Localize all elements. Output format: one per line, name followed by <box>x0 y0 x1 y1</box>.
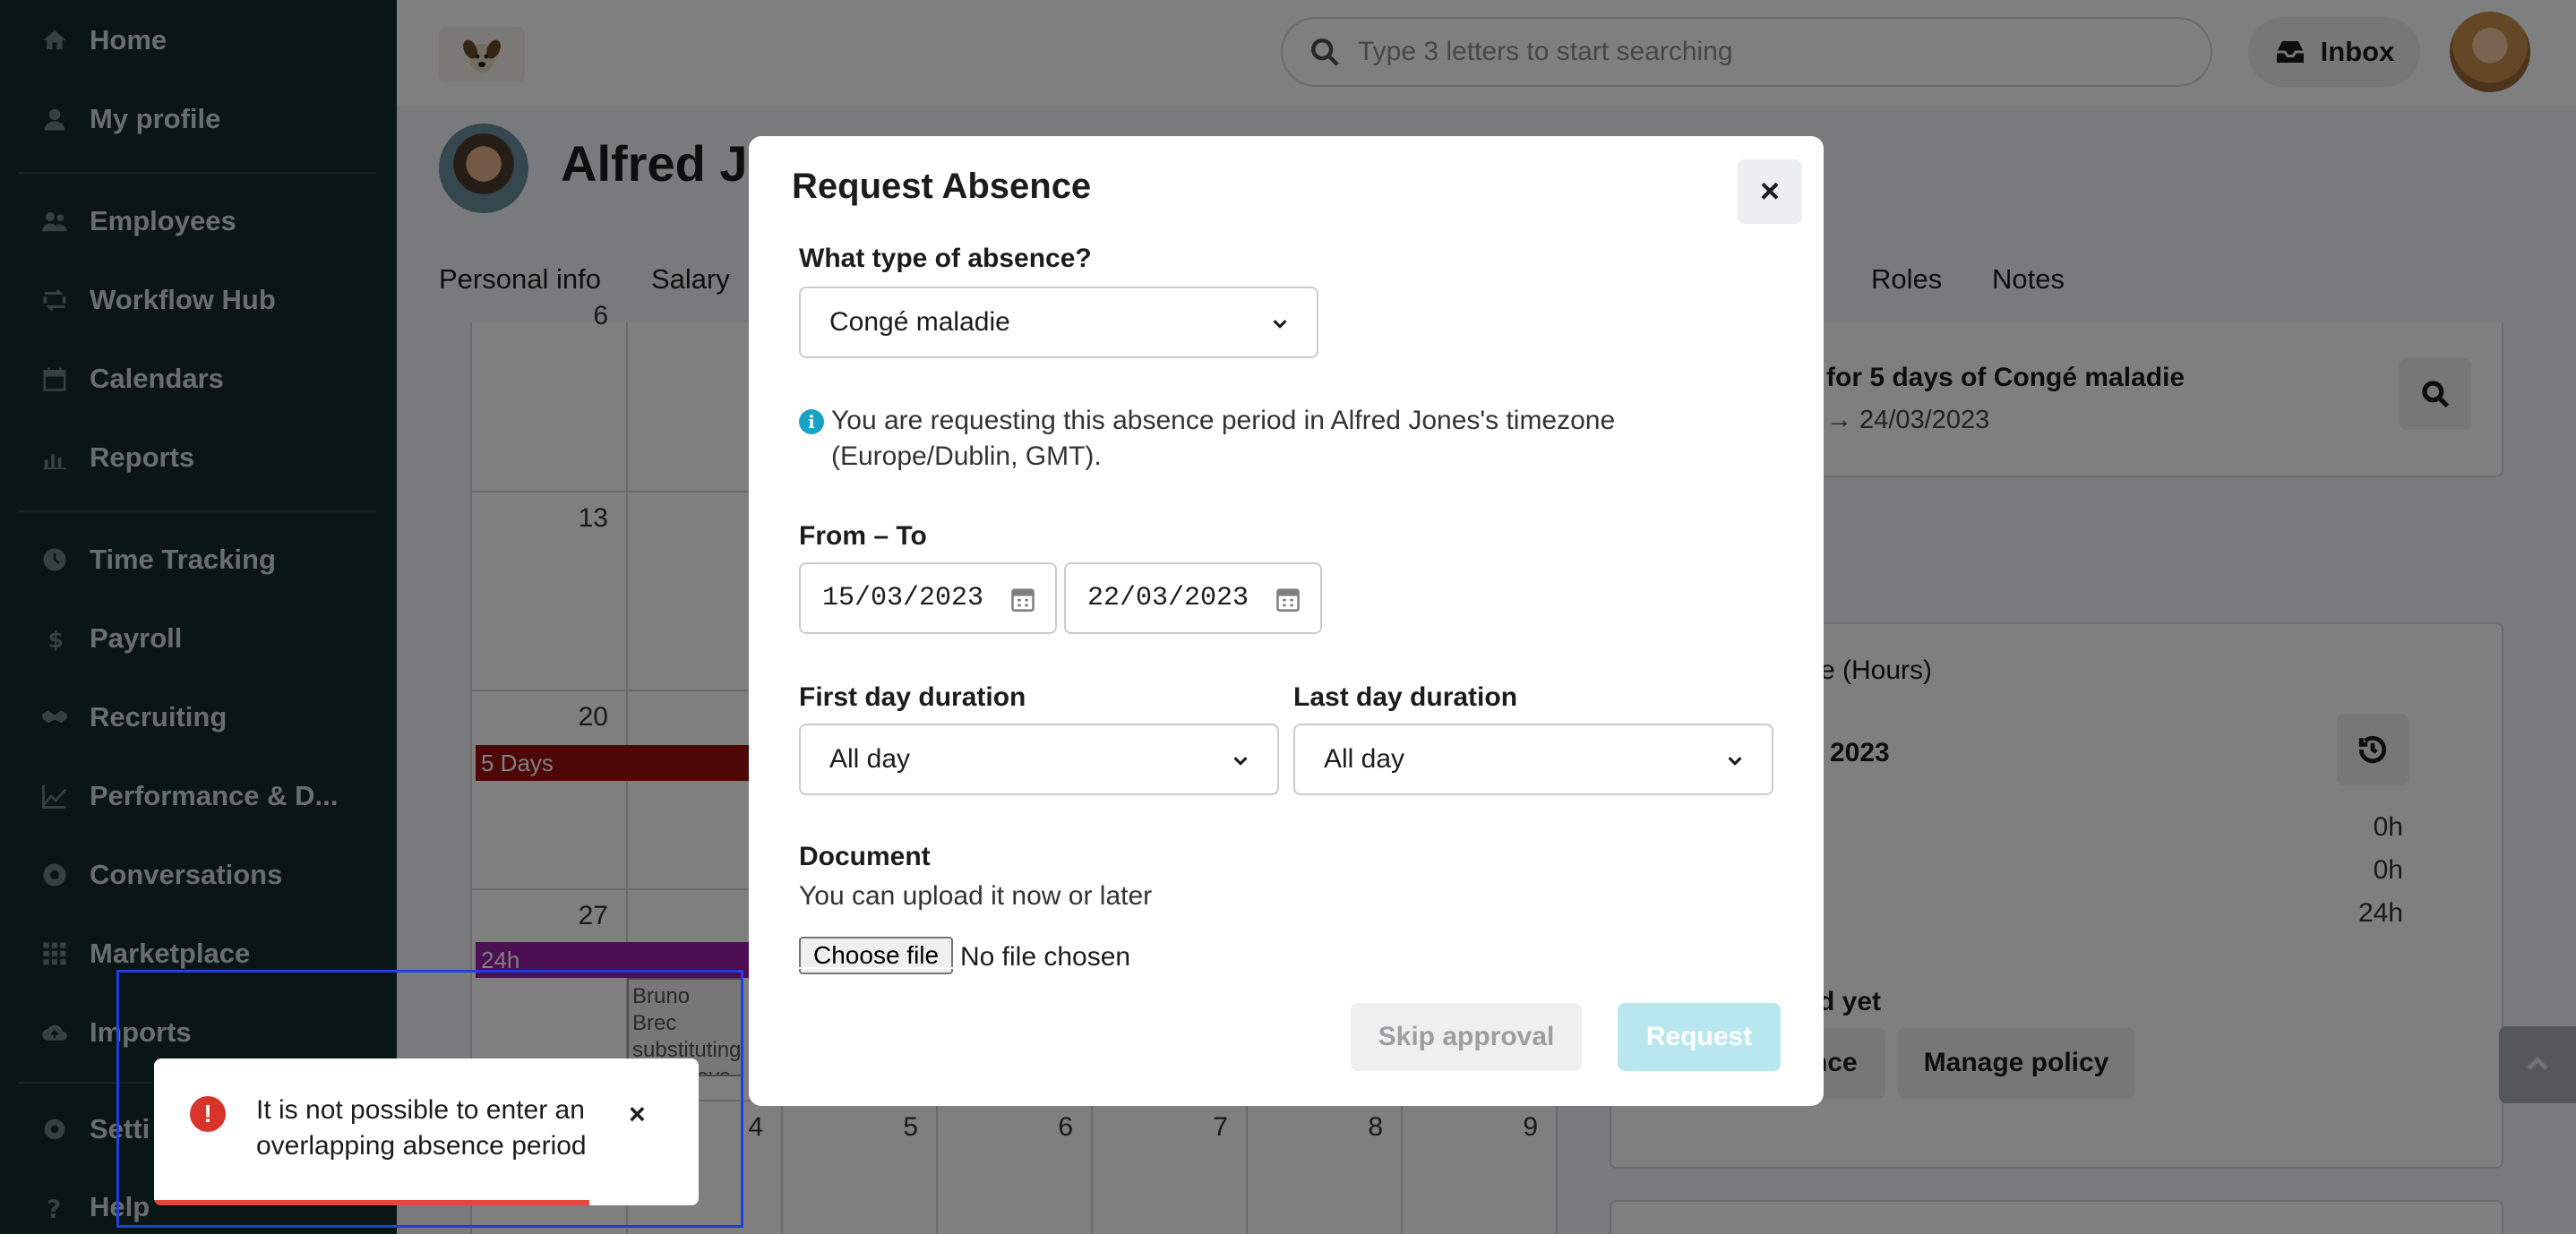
last-day-duration-select[interactable]: All day <box>1293 724 1773 795</box>
calendar-icon <box>1011 588 1035 612</box>
last-day-duration-value: All day <box>1324 744 1405 774</box>
document-label: Document <box>799 842 931 871</box>
first-day-duration-label: First day duration <box>799 682 1026 712</box>
close-button[interactable]: × <box>1738 159 1802 224</box>
document-hint: You can upload it now or later <box>799 881 1153 911</box>
error-icon: ! <box>190 1096 226 1132</box>
date-to-field[interactable]: 22/03/2023 <box>1064 562 1322 634</box>
first-day-duration-select[interactable]: All day <box>799 724 1279 795</box>
absence-type-value: Congé maladie <box>829 307 1010 337</box>
error-toast: ! It is not possible to enter an overlap… <box>154 1058 699 1205</box>
modal-title: Request Absence <box>792 167 1092 206</box>
date-from-field[interactable]: 15/03/2023 <box>799 562 1057 634</box>
calendar-icon <box>1276 588 1300 612</box>
toast-timer-bar <box>154 1200 589 1205</box>
last-day-duration-label: Last day duration <box>1293 682 1518 712</box>
date-range-label: From – To <box>799 521 927 551</box>
request-absence-modal: Request Absence × What type of absence? … <box>749 136 1824 1106</box>
chevron-down-icon <box>1728 757 1742 766</box>
first-day-duration-value: All day <box>829 744 911 774</box>
request-button[interactable]: Request <box>1618 1003 1781 1071</box>
absence-type-select[interactable]: Congé maladie <box>799 287 1318 358</box>
chevron-down-icon <box>1233 757 1248 766</box>
toast-close-button[interactable]: × <box>629 1098 646 1131</box>
date-from-value: 15/03/2023 <box>822 583 984 613</box>
modal-footer-divider <box>749 967 1824 969</box>
date-to-value: 22/03/2023 <box>1087 583 1249 613</box>
info-icon: i <box>799 409 824 434</box>
timezone-info-text: You are requesting this absence period i… <box>831 406 1616 471</box>
absence-type-label: What type of absence? <box>799 244 1092 273</box>
chevron-down-icon <box>1273 320 1287 329</box>
toast-message: It is not possible to enter an overlappi… <box>256 1095 587 1161</box>
skip-approval-button[interactable]: Skip approval <box>1351 1003 1582 1071</box>
